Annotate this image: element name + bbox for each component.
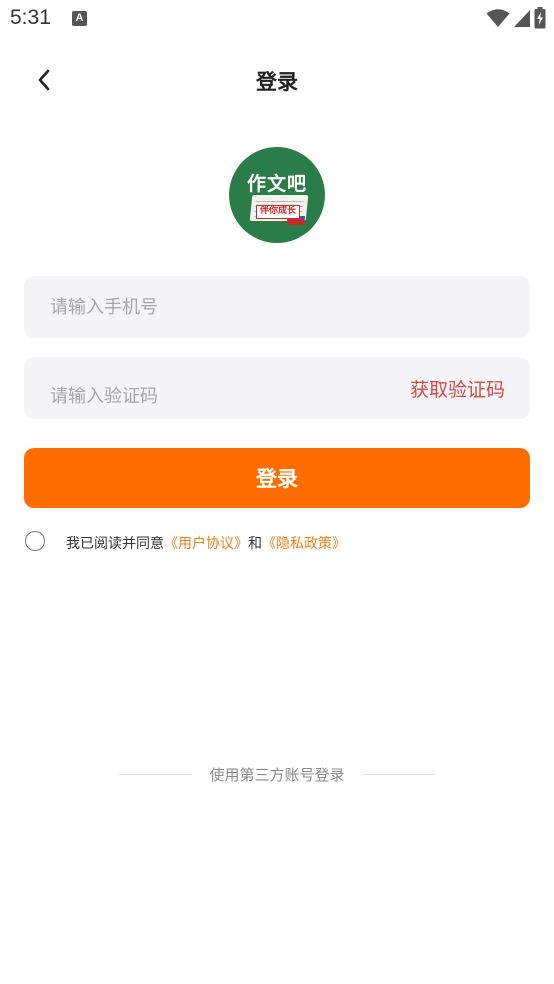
phone-input[interactable] xyxy=(50,276,390,338)
page-title: 登录 xyxy=(256,70,298,94)
get-code-button[interactable]: 获取验证码 xyxy=(410,375,505,402)
third-party-login: 使用第三方账号登录 xyxy=(0,764,554,786)
status-icons xyxy=(486,6,546,30)
phone-field-container xyxy=(24,276,530,338)
battery-charging-icon xyxy=(534,7,546,29)
app-logo: 作文吧 伴你成长 xyxy=(229,147,325,243)
logo-title: 作文吧 xyxy=(246,173,307,195)
logo-ribbon: 伴你成长 xyxy=(256,205,301,219)
signal-icon xyxy=(514,10,530,27)
agreement-text: 我已阅读并同意《用户协议》和《隐私政策》 xyxy=(66,533,346,553)
wifi-icon xyxy=(486,9,510,27)
agreement-conjunction: 和 xyxy=(248,536,262,552)
a-icon: A xyxy=(72,11,87,26)
logo-stripe-red xyxy=(287,219,305,225)
privacy-policy-link[interactable]: 《隐私政策》 xyxy=(262,536,346,552)
status-time: 5:31 xyxy=(10,6,51,29)
status-bar: 5:31 A xyxy=(0,0,554,38)
third-party-label: 使用第三方账号登录 xyxy=(209,766,345,784)
divider-right xyxy=(362,774,435,775)
login-screen: 5:31 A 登录 作文吧 伴你成长 请输入手机号 请输入验证码 获取验证码 登… xyxy=(0,0,554,984)
code-field-container: 获取验证码 xyxy=(24,357,530,427)
user-agreement-link[interactable]: 《用户协议》 xyxy=(164,536,248,552)
agreement-checkbox[interactable] xyxy=(25,531,45,551)
verification-code-input[interactable] xyxy=(50,365,390,427)
agreement-prefix: 我已阅读并同意 xyxy=(66,536,164,552)
login-button[interactable]: 登录 xyxy=(24,448,530,508)
